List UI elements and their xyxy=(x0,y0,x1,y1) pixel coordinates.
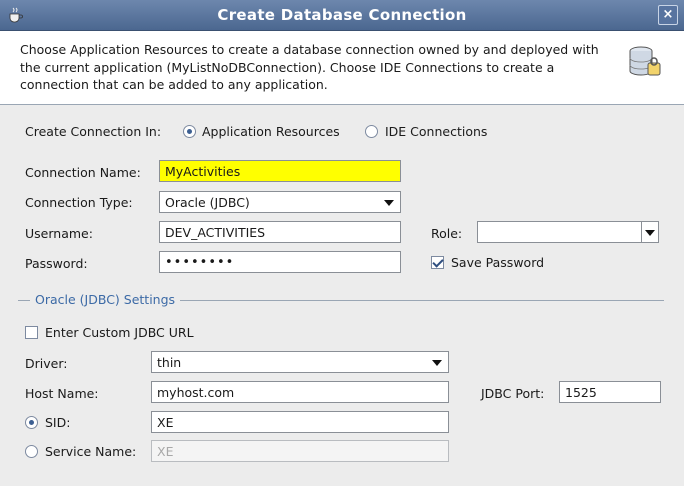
oracle-jdbc-settings-section: Oracle (JDBC) Settings xyxy=(18,292,664,308)
sid-input[interactable]: XE xyxy=(151,411,449,433)
window-title: Create Database Connection xyxy=(217,6,467,24)
connection-name-label: Connection Name: xyxy=(25,165,141,180)
username-label: Username: xyxy=(25,226,93,241)
application-resources-label[interactable]: Application Resources xyxy=(202,124,340,139)
driver-label: Driver: xyxy=(25,356,68,371)
custom-jdbc-url-label[interactable]: Enter Custom JDBC URL xyxy=(45,325,194,340)
host-name-label: Host Name: xyxy=(25,386,99,401)
service-name-radio[interactable] xyxy=(25,445,38,458)
username-input[interactable]: DEV_ACTIVITIES xyxy=(159,221,401,243)
description-text: Choose Application Resources to create a… xyxy=(20,42,599,92)
sid-label[interactable]: SID: xyxy=(45,415,70,430)
host-name-input[interactable]: myhost.com xyxy=(151,381,449,403)
jdbc-port-label: JDBC Port: xyxy=(481,386,545,401)
chevron-down-icon xyxy=(384,200,394,206)
create-in-label: Create Connection In: xyxy=(25,124,162,139)
jdbc-port-input[interactable]: 1525 xyxy=(559,381,661,403)
chevron-down-icon xyxy=(645,230,655,236)
close-icon[interactable]: × xyxy=(658,5,678,25)
custom-jdbc-url-checkbox[interactable] xyxy=(25,326,38,339)
save-password-checkbox[interactable] xyxy=(431,256,444,269)
sid-radio[interactable] xyxy=(25,416,38,429)
driver-value: thin xyxy=(157,355,182,370)
password-label: Password: xyxy=(25,256,88,271)
password-input[interactable]: •••••••• xyxy=(159,251,401,273)
ide-connections-label[interactable]: IDE Connections xyxy=(385,124,487,139)
database-icon xyxy=(629,46,661,76)
ide-connections-radio[interactable] xyxy=(365,125,378,138)
connection-type-select[interactable]: Oracle (JDBC) xyxy=(159,191,401,213)
connection-type-label: Connection Type: xyxy=(25,195,133,210)
save-password-label[interactable]: Save Password xyxy=(451,255,544,270)
driver-select[interactable]: thin xyxy=(151,351,449,373)
description-panel: Choose Application Resources to create a… xyxy=(0,31,684,105)
section-title: Oracle (JDBC) Settings xyxy=(30,292,181,307)
chevron-down-icon xyxy=(432,360,442,366)
title-bar: Create Database Connection × xyxy=(0,0,684,31)
role-label: Role: xyxy=(431,226,463,241)
connection-name-input[interactable]: MyActivities xyxy=(159,160,401,182)
application-resources-radio[interactable] xyxy=(183,125,196,138)
service-name-input[interactable]: XE xyxy=(151,440,449,462)
connection-type-value: Oracle (JDBC) xyxy=(165,195,250,210)
service-name-label[interactable]: Service Name: xyxy=(45,444,136,459)
role-select[interactable] xyxy=(477,221,659,243)
